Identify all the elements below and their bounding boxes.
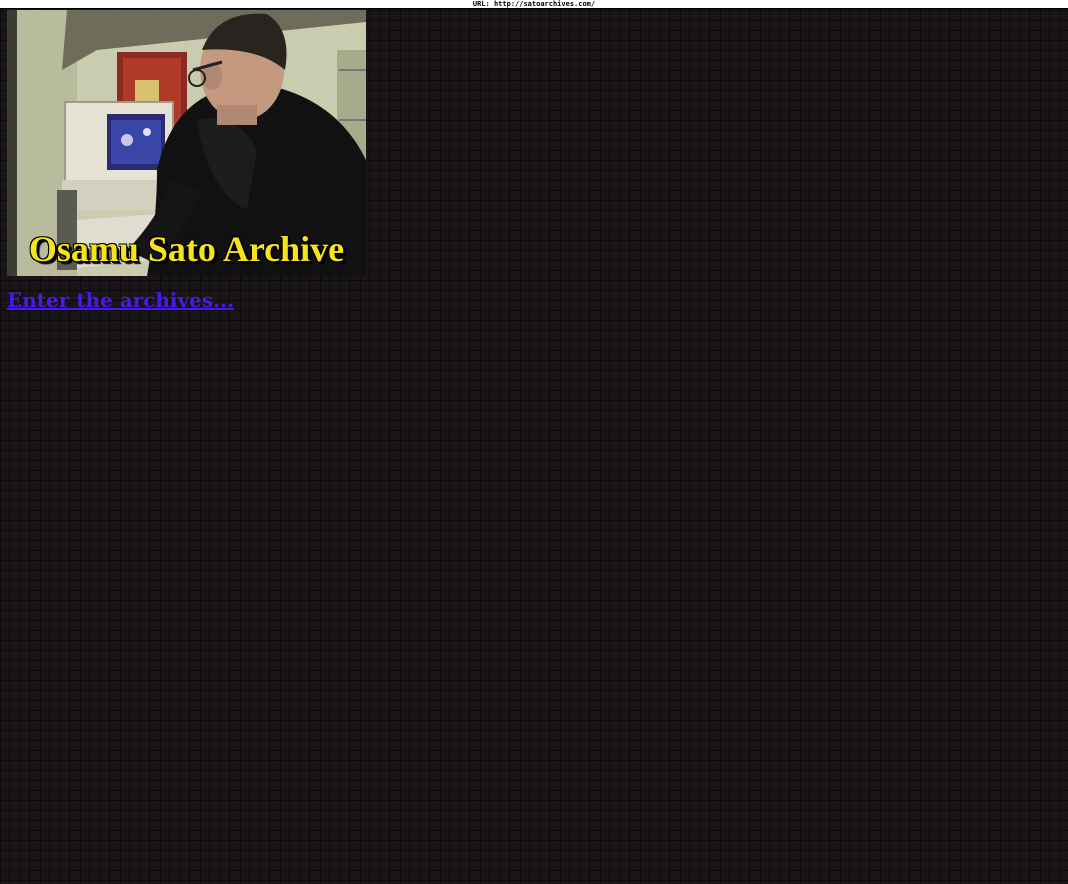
enter-archives-link[interactable]: Enter the archives... <box>7 288 234 312</box>
banner-title: Osamu Sato Archive <box>28 229 345 269</box>
url-bar: URL: http://satoarchives.com/ <box>0 0 1068 9</box>
banner-image: Osamu Sato Archive <box>7 10 366 276</box>
